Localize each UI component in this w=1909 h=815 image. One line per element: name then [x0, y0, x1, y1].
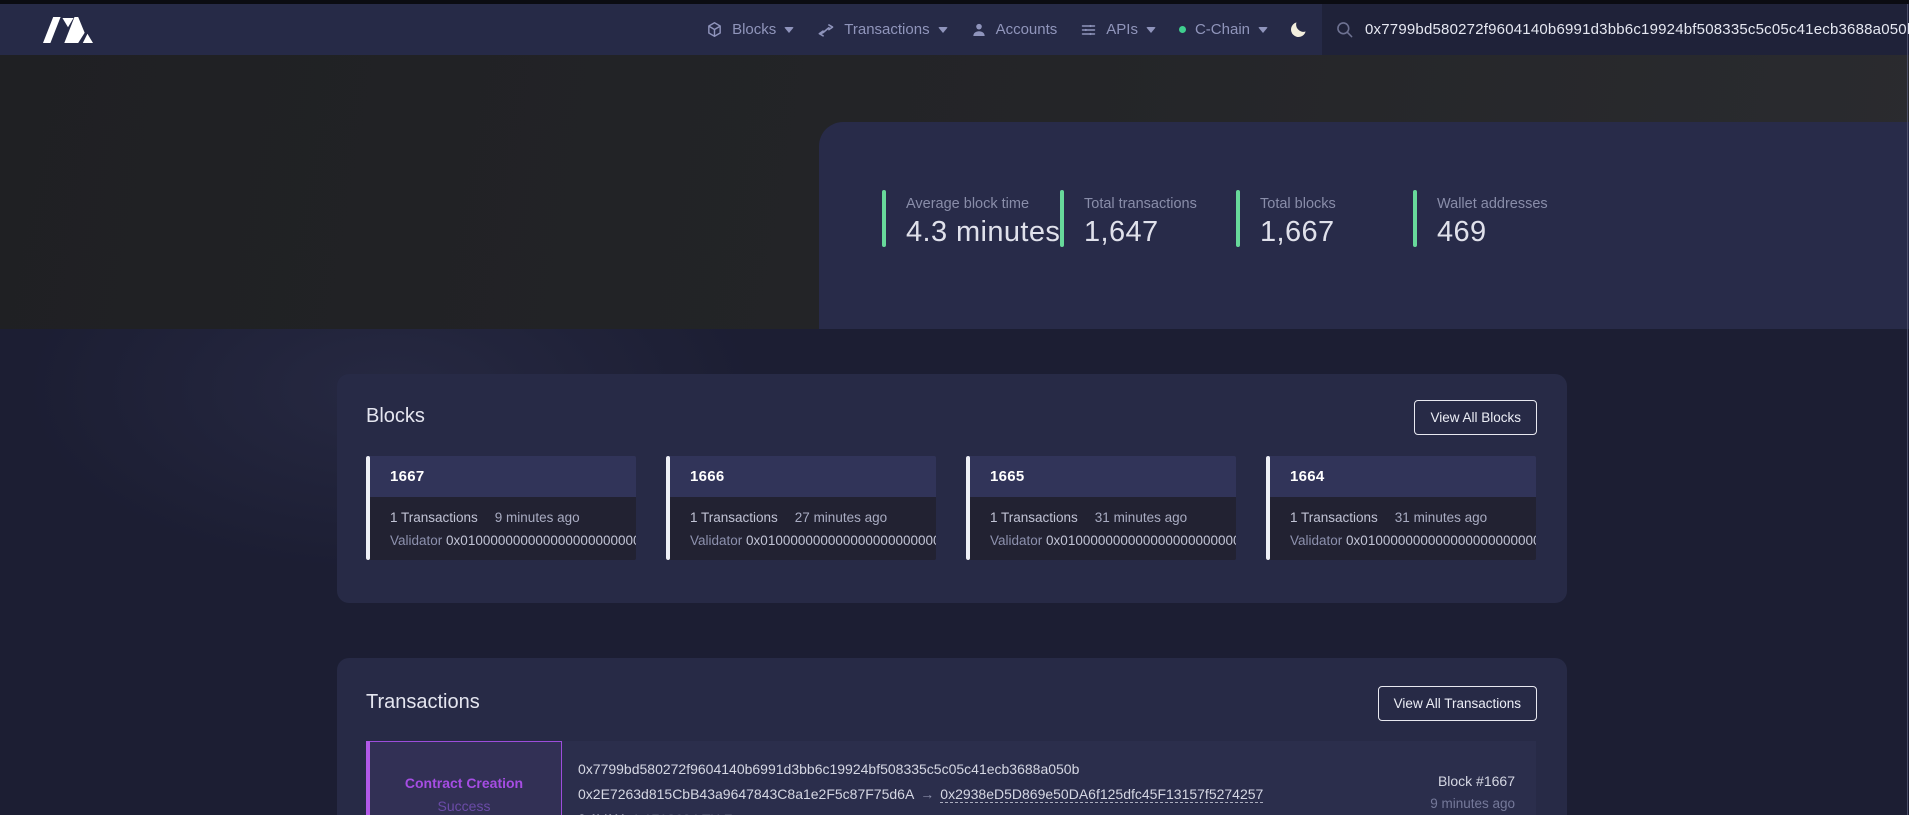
nav-item-accounts[interactable]: Accounts — [971, 21, 1058, 38]
nav-item-label: C-Chain — [1195, 21, 1250, 38]
stat-label: Total transactions — [1084, 194, 1197, 214]
nav-item-blocks[interactable]: Blocks — [706, 21, 794, 38]
stat-label: Average block time — [906, 194, 1060, 214]
validator-label: Validator — [690, 533, 742, 548]
transactions-section-title: Transactions — [366, 686, 480, 714]
transaction-status-accent-bar — [366, 741, 370, 815]
block-tx-count: 1 Transactions — [990, 510, 1078, 525]
stat-average-block-time: Average block time 4.3 minutes — [882, 190, 1060, 248]
nav-item-label: Accounts — [996, 21, 1058, 38]
transaction-hash[interactable]: 0x7799bd580272f9604140b6991d3bb6c19924bf… — [578, 761, 1079, 777]
block-accent-bar — [666, 456, 670, 560]
nav-item-label: Transactions — [844, 21, 929, 38]
sliders-icon — [1080, 22, 1097, 38]
block-card-row: 1667 1 Transactions 9 minutes ago Validat… — [366, 456, 1537, 560]
block-card-1665[interactable]: 1665 1 Transactions 31 minutes ago Valida… — [966, 456, 1236, 560]
transaction-row[interactable]: Contract Creation Success 0x7799bd580272… — [366, 741, 1536, 815]
stat-label: Total blocks — [1260, 194, 1336, 214]
stat-value: 1,647 — [1084, 216, 1197, 248]
block-card-1667[interactable]: 1667 1 Transactions 9 minutes ago Validat… — [366, 456, 636, 560]
main-content: Blocks View All Blocks 1667 1 Transactio… — [0, 329, 1909, 815]
nav-item-label: APIs — [1106, 21, 1138, 38]
validator-address[interactable]: 0x010000000000000000000000... — [1046, 533, 1236, 548]
chevron-down-icon — [938, 27, 948, 33]
stats-panel: Average block time 4.3 minutes Total tra… — [819, 122, 1909, 329]
validator-address[interactable]: 0x010000000000000000000000... — [1346, 533, 1536, 548]
nav-item-transactions[interactable]: Transactions — [817, 21, 947, 38]
avalanche-logo-icon — [43, 16, 93, 44]
transaction-time-ago: 9 minutes ago — [1356, 793, 1515, 814]
view-all-blocks-button[interactable]: View All Blocks — [1414, 400, 1537, 435]
swap-icon — [817, 22, 835, 38]
blocks-section-title: Blocks — [366, 400, 425, 428]
search-input-value: 0x7799bd580272f9604140b6991d3bb6c19924bf… — [1365, 21, 1909, 38]
transaction-details: 0x7799bd580272f9604140b6991d3bb6c19924bf… — [562, 741, 1356, 815]
theme-toggle[interactable] — [1289, 20, 1308, 39]
navbar: Blocks Transactions Accounts APIs C-C — [0, 4, 1909, 55]
nav-item-label: Blocks — [732, 21, 776, 38]
validator-label: Validator — [990, 533, 1042, 548]
chevron-down-icon — [784, 27, 794, 33]
block-accent-bar — [966, 456, 970, 560]
view-all-transactions-button[interactable]: View All Transactions — [1378, 686, 1537, 721]
avalanche-logo[interactable] — [43, 16, 93, 44]
search-icon — [1335, 20, 1354, 39]
search-input[interactable]: 0x7799bd580272f9604140b6991d3bb6c19924bf… — [1322, 4, 1909, 55]
arrow-right-icon: → — [914, 786, 940, 802]
stat-total-transactions: Total transactions 1,647 — [1060, 190, 1197, 248]
chevron-down-icon — [1258, 27, 1268, 33]
block-time-ago: 31 minutes ago — [1095, 510, 1187, 525]
stat-accent-bar — [1060, 190, 1064, 247]
transaction-status-box: Contract Creation Success — [366, 741, 562, 815]
transaction-fee: 1.1718604 TX Fee — [632, 811, 748, 815]
window-top-edge — [0, 0, 1909, 4]
stat-wallet-addresses: Wallet addresses 469 — [1413, 190, 1548, 248]
block-time-ago: 9 minutes ago — [495, 510, 580, 525]
transaction-amount: 0 AVAX — [578, 811, 624, 815]
stat-total-blocks: Total blocks 1,667 — [1236, 190, 1336, 248]
nav-item-apis[interactable]: APIs — [1080, 21, 1156, 38]
stat-value: 1,667 — [1260, 216, 1336, 248]
chevron-down-icon — [1146, 27, 1156, 33]
hero-section: Average block time 4.3 minutes Total tra… — [0, 55, 1909, 329]
transaction-type: Contract Creation — [405, 775, 523, 792]
validator-label: Validator — [1290, 533, 1342, 548]
scrollbar[interactable] — [1907, 4, 1908, 815]
transaction-to-address[interactable]: 0x2938eD5D869e50DA6f125dfc45F13157f52742… — [940, 786, 1263, 803]
block-number[interactable]: 1667 — [366, 456, 636, 497]
cube-icon — [706, 21, 723, 38]
transaction-status: Success — [438, 798, 491, 815]
nav-item-c-chain[interactable]: C-Chain — [1179, 21, 1268, 38]
block-card-1666[interactable]: 1666 1 Transactions 27 minutes ago Valida… — [666, 456, 936, 560]
block-tx-count: 1 Transactions — [390, 510, 478, 525]
block-number[interactable]: 1666 — [666, 456, 936, 497]
stat-accent-bar — [1413, 190, 1417, 247]
blocks-section: Blocks View All Blocks 1667 1 Transactio… — [337, 374, 1567, 603]
block-number[interactable]: 1664 — [1266, 456, 1536, 497]
chain-status-dot-icon — [1179, 26, 1186, 33]
transaction-block-link[interactable]: Block #1667 — [1356, 771, 1515, 792]
block-tx-count: 1 Transactions — [690, 510, 778, 525]
transactions-section: Transactions View All Transactions Contr… — [337, 658, 1567, 815]
block-number[interactable]: 1665 — [966, 456, 1236, 497]
stat-value: 469 — [1437, 216, 1548, 248]
block-accent-bar — [1266, 456, 1270, 560]
validator-address[interactable]: 0x010000000000000000000000... — [746, 533, 936, 548]
validator-address[interactable]: 0x010000000000000000000000... — [446, 533, 636, 548]
person-icon — [971, 22, 987, 38]
moon-icon — [1289, 20, 1308, 39]
stat-accent-bar — [1236, 190, 1240, 247]
block-tx-count: 1 Transactions — [1290, 510, 1378, 525]
stat-value: 4.3 minutes — [906, 216, 1060, 248]
transaction-from-address[interactable]: 0x2E7263d815CbB43a9647843C8a1e2F5c87F75d… — [578, 786, 914, 802]
block-accent-bar — [366, 456, 370, 560]
block-time-ago: 31 minutes ago — [1395, 510, 1487, 525]
block-card-1664[interactable]: 1664 1 Transactions 31 minutes ago Valida… — [1266, 456, 1536, 560]
stat-accent-bar — [882, 190, 886, 247]
validator-label: Validator — [390, 533, 442, 548]
stat-label: Wallet addresses — [1437, 194, 1548, 214]
block-time-ago: 27 minutes ago — [795, 510, 887, 525]
